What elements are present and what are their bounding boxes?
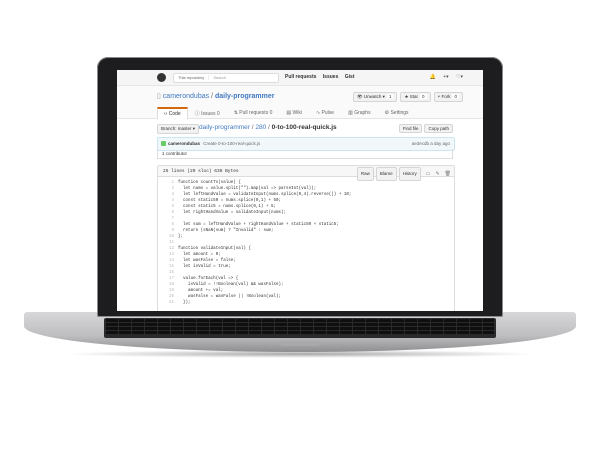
- tab-pulse[interactable]: ∿ Pulse: [309, 107, 341, 120]
- nav-issues[interactable]: Issues: [323, 74, 339, 80]
- star-label: Star: [409, 94, 419, 99]
- keyboard: [104, 318, 496, 338]
- tab-issues[interactable]: ⓘ Issues 0: [188, 107, 227, 120]
- tab-label: Graphs: [354, 110, 371, 116]
- code-text: let rightHandValue = validateInput(nums)…: [178, 211, 287, 215]
- search-input[interactable]: Search: [210, 75, 226, 80]
- code-text: return (sNaN(sum) ? "Invalid" : sum;: [178, 229, 274, 233]
- file-nav: Branch: master ▾ daily-programmer / 280 …: [157, 124, 453, 134]
- breadcrumb-repo[interactable]: daily-programmer: [199, 124, 250, 131]
- search-box[interactable]: This repository Search: [173, 73, 279, 83]
- code-text: let isValid = true;: [178, 265, 231, 269]
- breadcrumb: daily-programmer / 280 / 0-to-100-real-q…: [199, 124, 337, 131]
- tab-settings[interactable]: ⚙ Settings: [378, 107, 416, 120]
- watch-button[interactable]: 👁 Unwatch ▾ 1: [352, 92, 398, 102]
- search-scope: This repository: [174, 75, 210, 80]
- code-line: 21 });: [158, 300, 454, 306]
- bell-icon[interactable]: 🔔: [430, 74, 436, 80]
- repo-owner-link[interactable]: camerondubas: [163, 93, 209, 100]
- eye-icon: 👁: [356, 94, 364, 99]
- repo-name-link[interactable]: daily-programmer: [215, 93, 275, 100]
- tab-label: Pull requests: [239, 110, 269, 116]
- github-logo-icon[interactable]: [157, 73, 166, 82]
- repo-actions: 👁 Unwatch ▾ 1 ★ Star 0 ⑂ Fork 0: [352, 92, 463, 102]
- trackpad-notch: [278, 341, 322, 346]
- desktop-icon[interactable]: ▭: [426, 169, 431, 179]
- watch-count: 1: [386, 94, 394, 99]
- breadcrumb-file: 0-to-100-real-quick.js: [271, 124, 337, 131]
- raw-button[interactable]: Raw: [356, 167, 374, 181]
- branch-label: Branch: master: [161, 126, 192, 131]
- fork-label: Fork: [441, 94, 451, 99]
- branch-select[interactable]: Branch: master ▾: [157, 124, 200, 134]
- contributors[interactable]: 1 contributor: [157, 149, 453, 159]
- tab-label: Pulse: [321, 110, 335, 116]
- find-file-button[interactable]: Find file: [398, 124, 423, 133]
- avatar-icon[interactable]: ♡▾: [456, 74, 463, 80]
- screen: This repository Search Pull requests Iss…: [117, 70, 483, 311]
- tab-code[interactable]: ‹› Code: [157, 107, 188, 120]
- watch-label: Unwatch: [363, 94, 382, 99]
- repo-header: ▯ camerondubas / daily-programmer 👁 Unwa…: [117, 86, 483, 120]
- nav-pull-requests[interactable]: Pull requests: [285, 74, 316, 80]
- repo-tabs: ‹› Code ⓘ Issues 0 ⇅ Pull requests 0 ▤ W…: [157, 107, 416, 120]
- laptop-frame: This repository Search Pull requests Iss…: [0, 0, 600, 450]
- fork-count: 0: [452, 94, 459, 99]
- commit-message[interactable]: Create 0-to-100-real-quick.js: [203, 141, 260, 146]
- file-info: 25 lines (20 sloc) 638 Bytes: [163, 169, 239, 174]
- code-text: };: [178, 235, 184, 239]
- commit-user[interactable]: camerondubas: [168, 141, 200, 146]
- file-actions: Find file Copy path: [398, 124, 453, 133]
- tab-wiki[interactable]: ▤ Wiki: [279, 107, 309, 120]
- blame-button[interactable]: Blame: [375, 167, 397, 181]
- breadcrumb-dir[interactable]: 280: [255, 124, 266, 131]
- avatar[interactable]: [161, 141, 166, 146]
- tab-label: Issues: [201, 111, 216, 117]
- file-viewer: 25 lines (20 sloc) 638 Bytes Raw Blame H…: [157, 165, 455, 311]
- trash-icon[interactable]: 🗑: [445, 169, 451, 179]
- star-count: 0: [420, 94, 427, 99]
- copy-path-button[interactable]: Copy path: [424, 124, 453, 133]
- tab-count: 0: [216, 111, 220, 117]
- star-button[interactable]: ★ Star 0: [400, 92, 431, 102]
- tab-label: Code: [168, 111, 181, 117]
- nav-gist[interactable]: Gist: [345, 74, 355, 80]
- fork-button[interactable]: ⑂ Fork 0: [433, 92, 463, 102]
- pencil-icon[interactable]: ✎: [435, 169, 439, 179]
- repo-title: ▯ camerondubas / daily-programmer: [157, 93, 275, 100]
- plus-icon[interactable]: +▾: [443, 74, 448, 80]
- code-block: 1 function countTo(value) {2 let nums = v…: [158, 177, 454, 306]
- top-icons: 🔔 +▾ ♡▾: [424, 74, 463, 80]
- code-text: wasFalse = wasFalse || !Boolean(val);: [178, 295, 282, 299]
- tab-label: Wiki: [292, 110, 302, 116]
- tab-label: Settings: [390, 110, 409, 116]
- line-number[interactable]: 21: [158, 300, 178, 306]
- tab-pull-requests[interactable]: ⇅ Pull requests 0: [227, 107, 280, 120]
- history-button[interactable]: History: [398, 167, 421, 181]
- code-text: });: [178, 301, 191, 305]
- top-bar: This repository Search Pull requests Iss…: [117, 70, 483, 86]
- top-nav: Pull requests Issues Gist: [285, 74, 360, 80]
- tab-count: 0: [269, 110, 273, 116]
- file-header-actions: Raw Blame History ▭ ✎ 🗑: [356, 167, 451, 181]
- tab-graphs[interactable]: ▥ Graphs: [341, 107, 378, 120]
- file-header: 25 lines (20 sloc) 638 Bytes Raw Blame H…: [158, 166, 454, 181]
